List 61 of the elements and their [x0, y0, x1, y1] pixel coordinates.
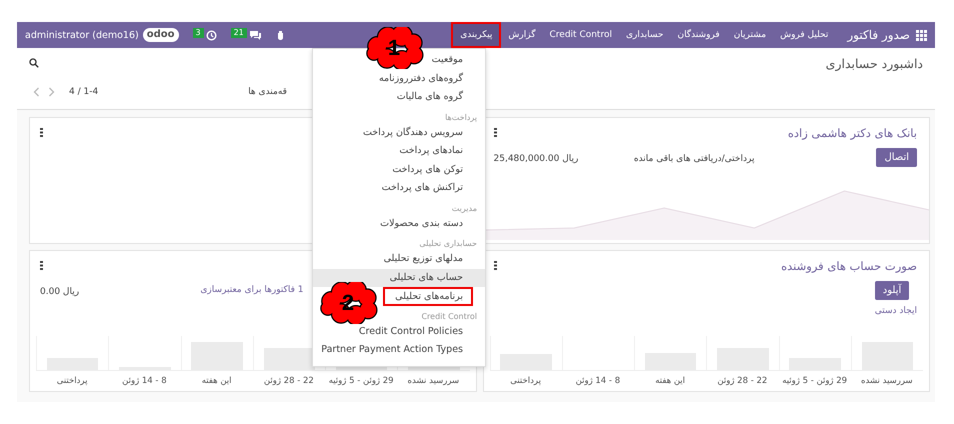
menu-item[interactable]: گروه‌های دفترروزنامه	[313, 70, 485, 88]
menu-item[interactable]: مدلهای توزیع تحلیلی	[313, 250, 485, 268]
menu-item[interactable]: برنامه‌های تحلیلی	[383, 287, 473, 306]
period-label: 22 - 28 ژوئن	[716, 376, 768, 386]
menu-section-header: Credit Control	[420, 310, 478, 322]
menu-item[interactable]: نمادهای پرداخت	[313, 142, 485, 160]
menu-item[interactable]: تراکنش های پرداخت	[313, 179, 485, 198]
amount-value: 0.00 ریال	[40, 287, 80, 297]
menu-item[interactable]: تحلیل فروش	[773, 22, 836, 48]
menu-item[interactable]: گزارش	[501, 22, 543, 48]
favorites-filter[interactable]: قه‌مندی ها	[248, 87, 287, 97]
menu-item[interactable]: پیکربندی	[451, 22, 502, 48]
journal-title[interactable]: بانک های دکتر هاشمی زاده	[788, 126, 917, 140]
breadcrumb: داشبورد حسابداری	[826, 56, 923, 70]
journal-title[interactable]: صورت حساب های فروشنده	[781, 259, 917, 273]
period-label: پرداختنی	[509, 376, 542, 386]
primary-button[interactable]: اتصال	[876, 148, 917, 167]
search-icon[interactable]	[29, 58, 39, 68]
app-title[interactable]: صدور فاکتور	[847, 28, 910, 42]
menu-item[interactable]: Partner Payment Action Types	[313, 341, 485, 360]
primary-button[interactable]: آپلود	[874, 281, 910, 300]
more-options-icon[interactable]	[40, 128, 43, 137]
clock-icon[interactable]	[206, 30, 217, 40]
company-logo: odoo	[142, 28, 178, 42]
period-label: سررسید نشده	[406, 376, 460, 386]
chat-icon[interactable]	[248, 30, 262, 40]
bug-icon[interactable]	[276, 30, 285, 40]
menu-item[interactable]: Credit Control	[542, 22, 619, 48]
period-label: 29 ژوئن - 5 ژوئیه	[781, 376, 848, 386]
period-label: این هفته	[200, 376, 233, 386]
balance-label: پرداختی/دریافتی های باقی مانده	[634, 154, 754, 164]
period-label: 8 - 14 ژوئن	[574, 376, 622, 386]
menu-section-header: پرداخت‌ها	[444, 112, 478, 124]
period-label: 8 - 14 ژوئن	[121, 376, 168, 386]
menu-item[interactable]: حسابداری	[618, 22, 670, 48]
menu-item[interactable]: دسته بندی محصولات	[313, 214, 485, 233]
period-label: پرداختنی	[56, 376, 88, 386]
period-label: 29 ژوئن - 5 ژوئیه	[328, 376, 395, 386]
menu-item[interactable]: فروشندگان	[670, 22, 727, 48]
menu-item[interactable]: حساب های تحلیلی	[313, 268, 485, 287]
user-menu[interactable]: administrator (demo16)	[25, 30, 139, 40]
more-options-icon[interactable]	[494, 261, 496, 270]
menu-item[interactable]: سرویس دهندگان پرداخت	[313, 124, 485, 142]
menu-item[interactable]: مشتریان	[726, 22, 774, 48]
more-options-icon[interactable]	[40, 261, 43, 270]
message-count: 21	[230, 28, 247, 38]
more-options-icon[interactable]	[494, 128, 496, 137]
menu-item[interactable]: Credit Control Policies	[313, 322, 485, 341]
period-label: این هفته	[654, 376, 686, 386]
period-label: سررسید نشده	[860, 376, 914, 386]
menu-item[interactable]: توکن های پرداخت	[313, 160, 485, 179]
activity-count: 3	[192, 28, 204, 38]
apps-icon[interactable]	[916, 30, 927, 40]
pager-value: 4 / 1-4	[69, 87, 98, 97]
menu-section-header: مدیریت	[450, 202, 478, 214]
amount-value: 25,480,000.00 ریال	[494, 154, 578, 164]
menu-item[interactable]: گروه های مالیات	[313, 88, 485, 106]
manual-create-link[interactable]: ایجاد دستی	[874, 306, 917, 316]
menu-section-header: حسابداری تحلیلی	[418, 238, 478, 250]
period-label: 22 - 28 ژوئن	[262, 376, 315, 386]
invoices-link[interactable]: 1 فاکتورها برای معتبرسازی	[200, 285, 304, 295]
